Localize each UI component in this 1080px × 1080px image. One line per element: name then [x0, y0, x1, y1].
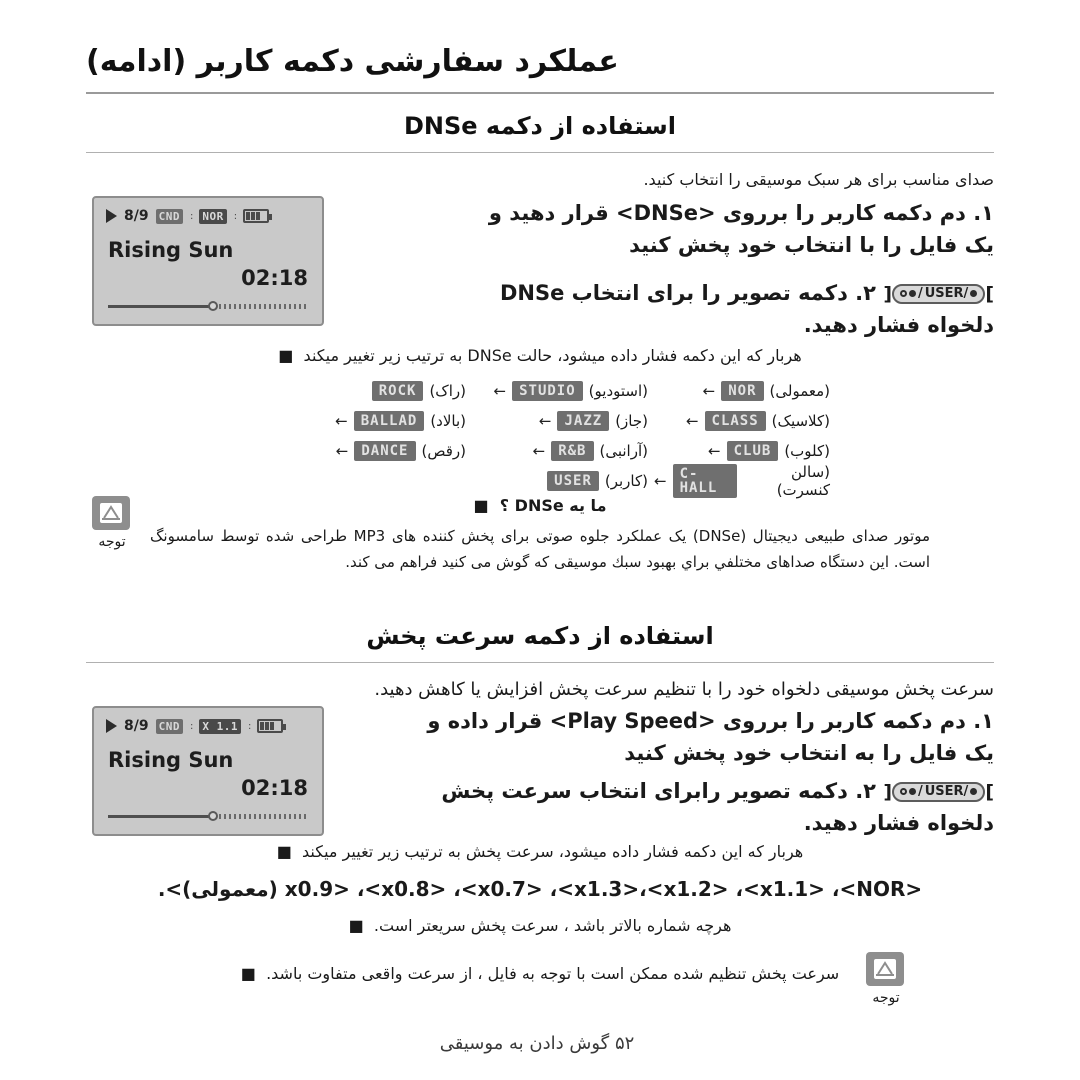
speed-chip: X 1.1 — [199, 718, 241, 734]
section-divider-playspeed — [86, 662, 994, 663]
progress-bar — [108, 301, 308, 311]
user-button-glyph: / USER/ — [892, 283, 986, 305]
footer-text: گوش دادن به موسیقی — [439, 1033, 610, 1054]
note-caption: توجه — [98, 534, 126, 550]
dnse-step-1: ۱. دم دکمه کاربر را برروی <DNSe> قرار ده… — [488, 201, 994, 257]
page-footer: ۵۲ گوش دادن به موسیقی — [0, 1033, 1080, 1054]
eq-cell: (بالاد) BALLAD ← — [335, 411, 466, 431]
chip-separator-2: : — [233, 210, 238, 222]
song-title-2: Rising Sun — [108, 748, 234, 772]
device-statusbar-2: 8/9 CND : X 1.1 : — [100, 714, 316, 736]
eq-cell: (کلوب) CLUB ← — [708, 441, 830, 461]
eq-cell: (راک) ROCK — [290, 381, 466, 401]
eq-row: (کلوب) CLUB ← (آرانبی) R&B ← (رقص) DANCE ← — [290, 436, 830, 466]
playspeed-bullet-2: هرچه شماره بالاتر باشد ، سرعت پخش سریعتر… — [348, 916, 732, 935]
eq-row: (کلاسیک) CLASS ← (جاز) JAZZ ← (بالاد) BALLAD ← — [290, 406, 830, 436]
eq-cell: (کاربر) USER — [472, 471, 648, 491]
page-title: عملکرد سفارشی دکمه کاربر (ادامه) — [86, 44, 619, 79]
note-title-dnse: ما یه DNSe ؟ ■ — [473, 496, 607, 515]
playspeed-lead-text: سرعت پخش موسیقی دلخواه خود را با تنظیم س… — [374, 679, 994, 700]
chip-separator-3: : — [189, 720, 194, 732]
progress-bar-2 — [108, 811, 308, 821]
device-screen-dnse: 8/9 CND : NOR : Rising Sun 02:18 — [92, 196, 324, 326]
title-divider — [86, 92, 994, 94]
progress-knob-2 — [208, 811, 218, 821]
dnse-modes-table: (معمولی) NOR ← (استودیو) STUDIO ← (راک) ROCK … — [290, 376, 830, 499]
eq-row: (سالن کنسرت) C-HALL ← (کاربر) USER — [290, 463, 830, 499]
playspeed-bullet: هربار که این دکمه فشار داده میشود، سرعت … — [276, 842, 804, 861]
play-icon-2 — [106, 719, 117, 733]
playspeed-step-1: ۱. دم دکمه کاربر را برروی <Play Speed> ق… — [427, 709, 994, 765]
elapsed-time: 02:18 — [241, 266, 308, 290]
dnse-lead-text: صدای مناسب برای هر سبک موسیقی را انتخاب … — [643, 170, 994, 189]
note-caption-2: توجه — [872, 990, 900, 1006]
play-icon — [106, 209, 117, 223]
eq-row: (معمولی) NOR ← (استودیو) STUDIO ← (راک) ROCK — [290, 376, 830, 406]
eq-cell: (رقص) DANCE ← — [335, 441, 466, 461]
manual-page: عملکرد سفارشی دکمه کاربر (ادامه) استفاده… — [0, 0, 1080, 1080]
section-divider-dnse — [86, 152, 994, 153]
user-button-glyph-2: / USER/ — [892, 781, 986, 803]
playspeed-step-2: ] / USER/[ ۲. دکمه تصویر رابرای انتخاب سرع… — [441, 779, 994, 835]
speed-values-list: <x0.9> ،<x0.8> ،<x0.7> ،<x1.3>،<x1.2> ،<… — [157, 877, 923, 901]
section-heading-playspeed: استفاده از دکمه سرعت پخش — [366, 622, 714, 650]
device-screen-playspeed: 8/9 CND : X 1.1 : Rising Sun 02:18 — [92, 706, 324, 836]
eq-cell: (استودیو) STUDIO ← — [493, 381, 648, 401]
eq-cell: (آرانبی) R&B ← — [532, 441, 648, 461]
progress-knob — [208, 301, 218, 311]
song-title: Rising Sun — [108, 238, 234, 262]
elapsed-time-2: 02:18 — [241, 776, 308, 800]
page-number: ۵۲ — [614, 1033, 635, 1054]
mode-chip: CND — [155, 208, 183, 224]
track-count-2: 8/9 — [124, 718, 149, 734]
device-statusbar: 8/9 CND : NOR : — [100, 204, 316, 226]
battery-icon — [243, 209, 273, 223]
chip-separator-4: : — [247, 720, 252, 732]
dnse-step-2: ] / USER/[ ۲. دکمه تصویر را برای انتخاب DN… — [499, 281, 994, 337]
eq-cell: (جاز) JAZZ ← — [538, 411, 648, 431]
section-heading-dnse: استفاده از دکمه DNSe — [404, 112, 676, 140]
eq-cell: (معمولی) NOR ← — [702, 381, 830, 401]
mode-chip-2: CND — [155, 718, 183, 734]
note-text-dnse: موتور صدای طبیعی دیجیتال (DNSe) یک عملکر… — [150, 527, 930, 571]
chip-separator: : — [189, 210, 194, 222]
track-count: 8/9 — [124, 208, 149, 224]
note-text-playspeed: سرعت پخش تنظیم شده ممکن است با توجه به ف… — [240, 964, 840, 983]
dnse-chip: NOR — [199, 208, 227, 224]
battery-icon-2 — [257, 719, 287, 733]
eq-cell: (کلاسیک) CLASS ← — [685, 411, 830, 431]
dnse-bullet: هربار که این دکمه فشار داده میشود، حالت … — [278, 346, 802, 365]
